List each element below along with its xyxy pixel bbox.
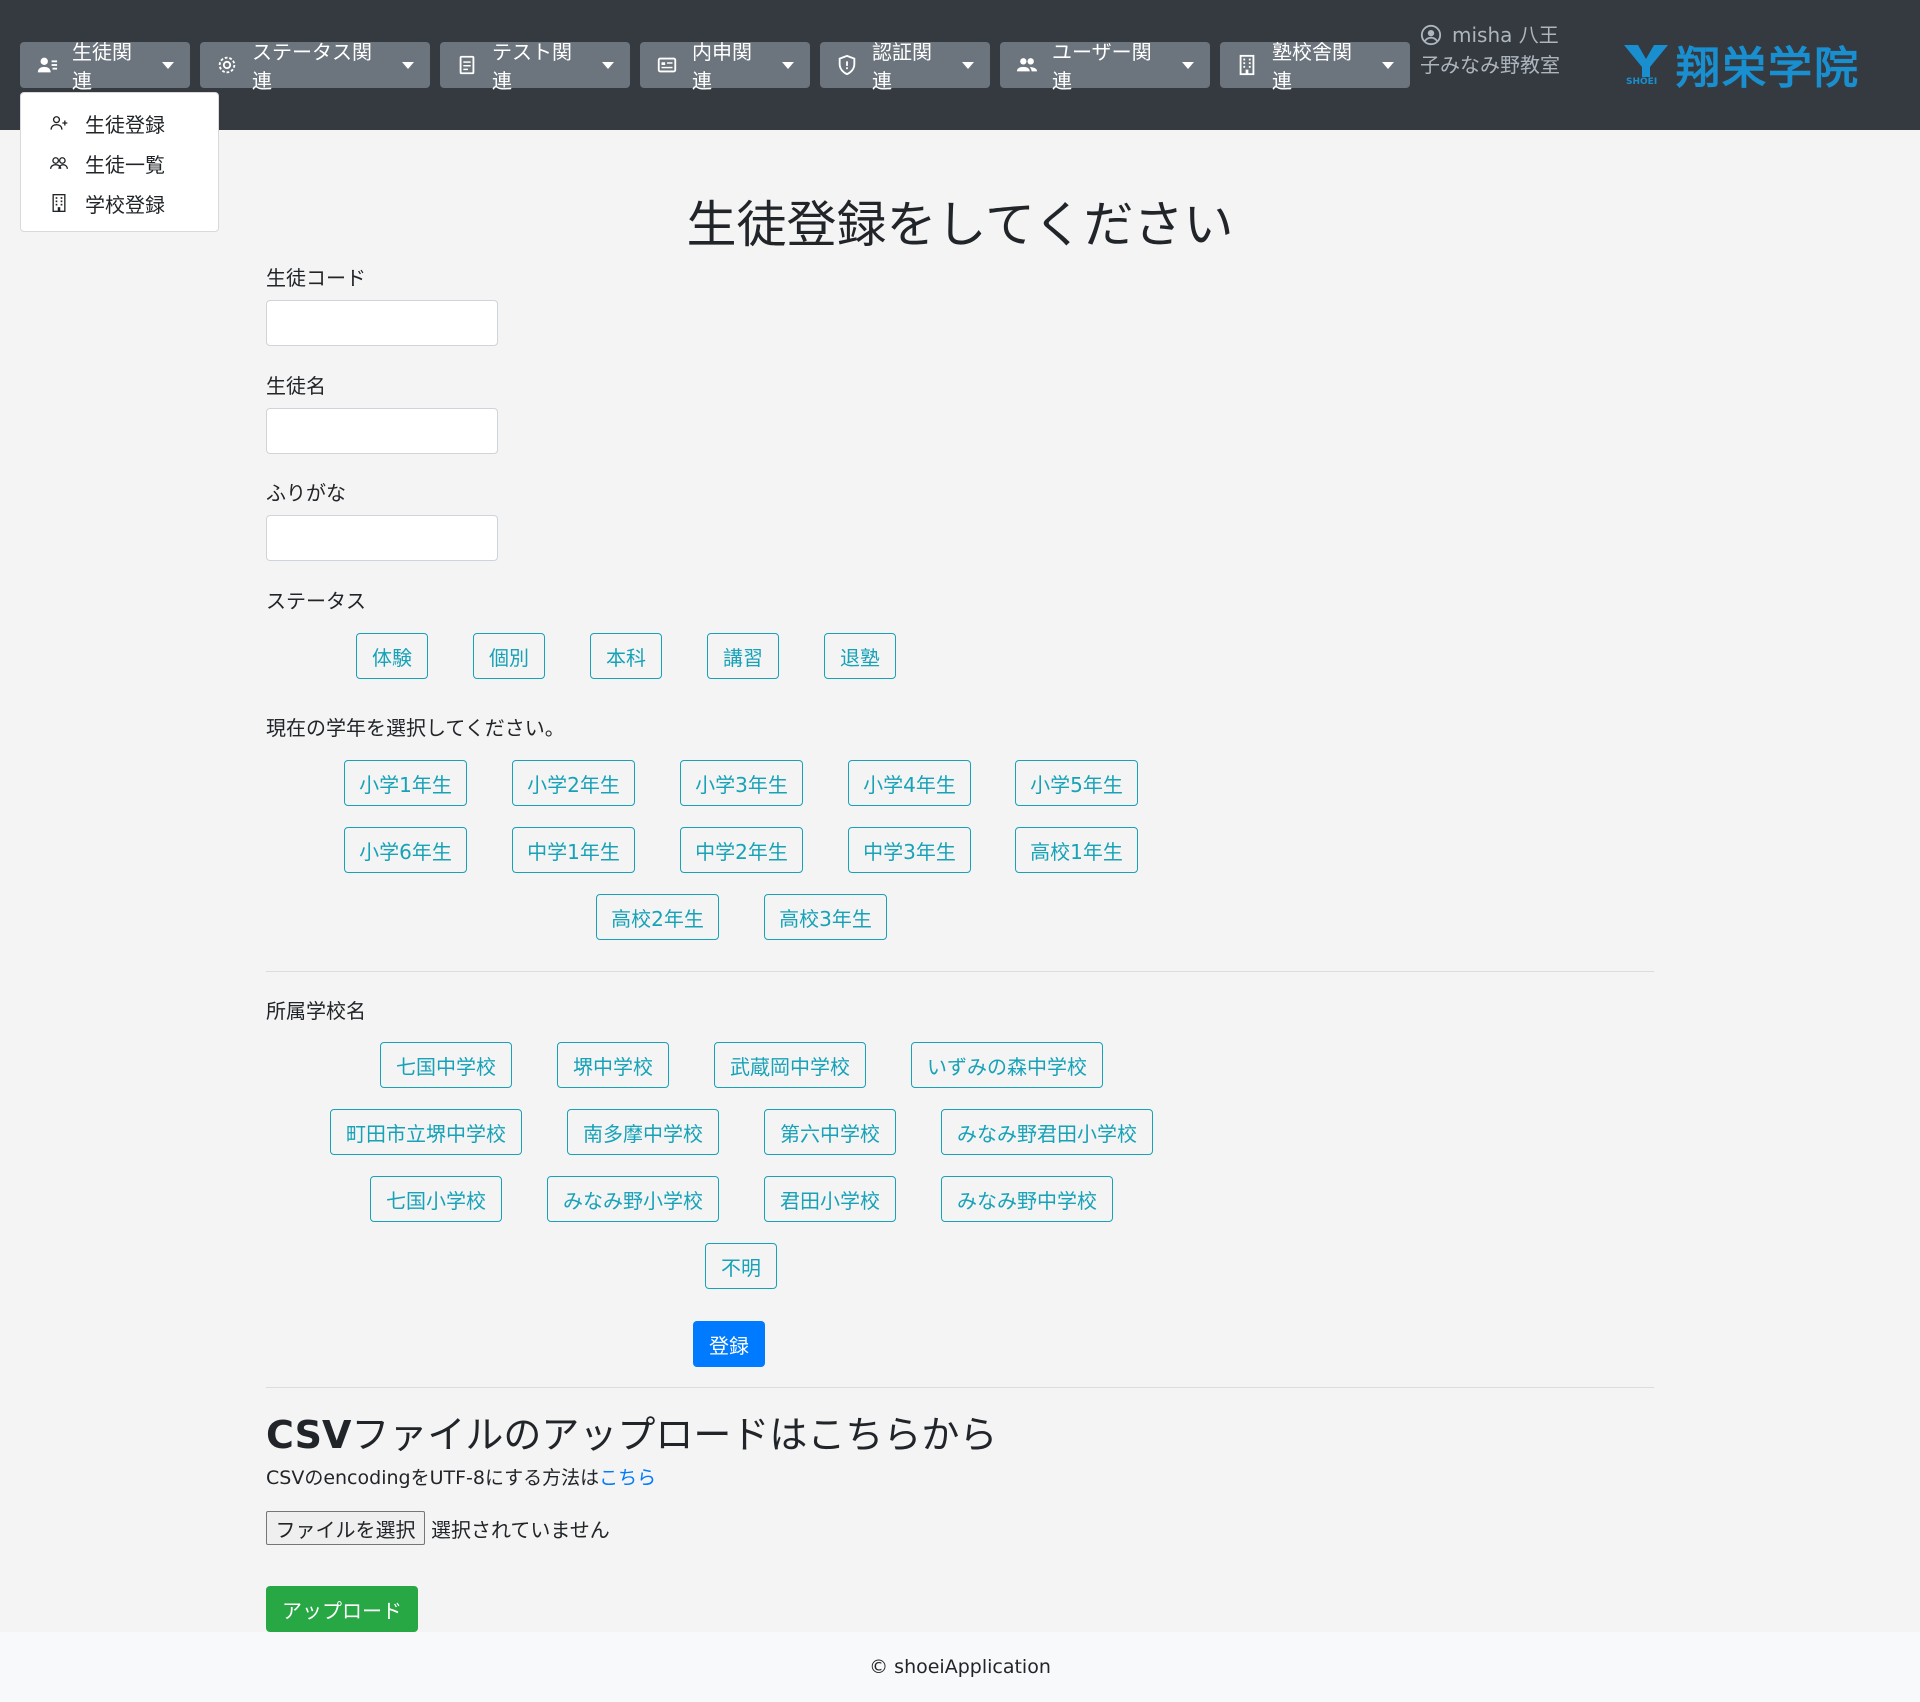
nav-user-dropdown[interactable]: ユーザー関連 — [1000, 40, 1210, 93]
nav-status-dropdown[interactable]: ステータス関連 — [200, 40, 430, 93]
dropdown-item-label: 生徒登録 — [85, 112, 165, 137]
grade-button[interactable]: 小学2年生 — [512, 760, 635, 806]
register-button[interactable]: 登録 — [693, 1321, 765, 1367]
caret-down-icon — [402, 61, 414, 69]
school-button[interactable]: みなみ野君田小学校 — [941, 1109, 1153, 1155]
csv-upload-heading: CSVファイルのアップロードはこちらから — [266, 1404, 997, 1459]
student-name-input[interactable] — [266, 408, 498, 454]
student-code-input[interactable] — [266, 300, 498, 346]
school-button[interactable]: 堺中学校 — [557, 1042, 669, 1088]
file-status-text: 選択されていません — [431, 1518, 610, 1542]
logo-sub-text: SHOEI — [1626, 77, 1658, 87]
grade-button[interactable]: 中学2年生 — [680, 827, 803, 873]
school-button[interactable]: 七国小学校 — [370, 1176, 502, 1222]
dropdown-item-student-register[interactable]: 生徒登録 — [21, 103, 218, 143]
divider — [266, 971, 1654, 972]
nav-student-dropdown[interactable]: 生徒関連 — [20, 40, 190, 93]
school-button[interactable]: 七国中学校 — [380, 1042, 512, 1088]
gear-icon — [218, 56, 236, 74]
school-button[interactable]: みなみ野小学校 — [547, 1176, 719, 1222]
nav-naishin-dropdown[interactable]: 内申関連 — [640, 40, 810, 93]
people-icon — [50, 157, 68, 169]
student-code-label: 生徒コード — [266, 266, 366, 290]
school-label: 所属学校名 — [266, 999, 366, 1023]
csv-encoding-link[interactable]: こちら — [599, 1467, 656, 1489]
card-icon — [657, 57, 677, 73]
student-icon — [37, 57, 58, 73]
nav-test-dropdown[interactable]: テスト関連 — [440, 40, 630, 93]
school-button[interactable]: 第六中学校 — [764, 1109, 896, 1155]
status-button[interactable]: 講習 — [707, 633, 779, 679]
dropdown-item-student-list[interactable]: 生徒一覧 — [21, 143, 218, 183]
dropdown-item-label: 生徒一覧 — [85, 152, 165, 177]
csv-heading-bold: CSV — [266, 1413, 352, 1457]
footer: © shoeiApplication — [0, 1632, 1920, 1702]
brand-logo[interactable]: SHOEI 翔栄学院 — [1620, 36, 1870, 94]
nav-user-label: ユーザー関連 — [1052, 40, 1152, 93]
nav-student-label: 生徒関連 — [72, 40, 132, 93]
furigana-label: ふりがな — [266, 481, 346, 505]
status-button[interactable]: 本科 — [590, 633, 662, 679]
grade-button[interactable]: 中学1年生 — [512, 827, 635, 873]
logo-brand-text: 翔栄学院 — [1676, 43, 1860, 94]
grade-label: 現在の学年を選択してください。 — [266, 716, 565, 740]
furigana-input[interactable] — [266, 515, 498, 561]
nav-naishin-label: 内申関連 — [692, 40, 752, 93]
logo-mark: SHOEI — [1620, 39, 1672, 89]
grade-button[interactable]: 中学3年生 — [848, 827, 971, 873]
person-add-icon — [50, 116, 68, 130]
csv-encoding-note: CSVのencodingをUTF-8にする方法はこちら — [266, 1463, 656, 1490]
grade-button[interactable]: 小学3年生 — [680, 760, 803, 806]
caret-down-icon — [602, 61, 614, 69]
grade-button[interactable]: 高校1年生 — [1015, 827, 1138, 873]
school-button[interactable]: 南多摩中学校 — [567, 1109, 719, 1155]
school-button[interactable]: いずみの森中学校 — [911, 1042, 1103, 1088]
nav-auth-label: 認証関連 — [872, 40, 932, 93]
user-info[interactable]: misha 八王子みなみ野教室 — [1420, 20, 1560, 80]
nav-test-label: テスト関連 — [492, 40, 572, 93]
school-button[interactable]: 武蔵岡中学校 — [714, 1042, 866, 1088]
nav-status-label: ステータス関連 — [252, 40, 372, 93]
caret-down-icon — [1182, 61, 1194, 69]
user-circle-icon — [1420, 24, 1442, 46]
shield-icon — [838, 54, 856, 76]
footer-copyright: © shoeiApplication — [869, 1656, 1051, 1678]
status-button[interactable]: 体験 — [356, 633, 428, 679]
status-button[interactable]: 退塾 — [824, 633, 896, 679]
school-button[interactable]: みなみ野中学校 — [941, 1176, 1113, 1222]
grade-button[interactable]: 高校2年生 — [596, 894, 719, 940]
nav-school-building-dropdown[interactable]: 塾校舎関連 — [1220, 40, 1410, 93]
grade-button[interactable]: 小学1年生 — [344, 760, 467, 806]
caret-down-icon — [1382, 61, 1394, 69]
grade-button[interactable]: 小学6年生 — [344, 827, 467, 873]
users-icon — [1016, 58, 1038, 72]
student-name-label: 生徒名 — [266, 374, 326, 398]
caret-down-icon — [782, 61, 794, 69]
status-button[interactable]: 個別 — [473, 633, 545, 679]
grade-button[interactable]: 小学5年生 — [1015, 760, 1138, 806]
building-icon — [1239, 54, 1255, 76]
school-button[interactable]: 町田市立堺中学校 — [330, 1109, 522, 1155]
file-select-button[interactable]: ファイルを選択 — [266, 1511, 425, 1545]
grade-button[interactable]: 小学4年生 — [848, 760, 971, 806]
top-navbar: 生徒関連 ステータス関連 テスト関連 内申関連 認証関連 ユーザー関連 塾校舎関… — [0, 0, 1920, 130]
caret-down-icon — [962, 61, 974, 69]
csv-heading-rest: ファイルのアップロードはこちらから — [351, 1413, 998, 1457]
csv-note-text: CSVのencodingをUTF-8にする方法は — [266, 1467, 600, 1489]
divider — [266, 1387, 1654, 1388]
nav-auth-dropdown[interactable]: 認証関連 — [820, 40, 990, 93]
caret-down-icon — [162, 61, 174, 69]
upload-button[interactable]: アップロード — [266, 1586, 418, 1632]
user-name: misha — [1452, 23, 1513, 47]
school-button[interactable]: 不明 — [705, 1243, 777, 1289]
grade-button[interactable]: 高校3年生 — [764, 894, 887, 940]
document-icon — [459, 55, 475, 75]
status-label: ステータス — [266, 589, 366, 613]
page-title: 生徒登録をしてください — [686, 196, 1234, 254]
nav-school-building-label: 塾校舎関連 — [1272, 40, 1352, 93]
school-button[interactable]: 君田小学校 — [764, 1176, 896, 1222]
